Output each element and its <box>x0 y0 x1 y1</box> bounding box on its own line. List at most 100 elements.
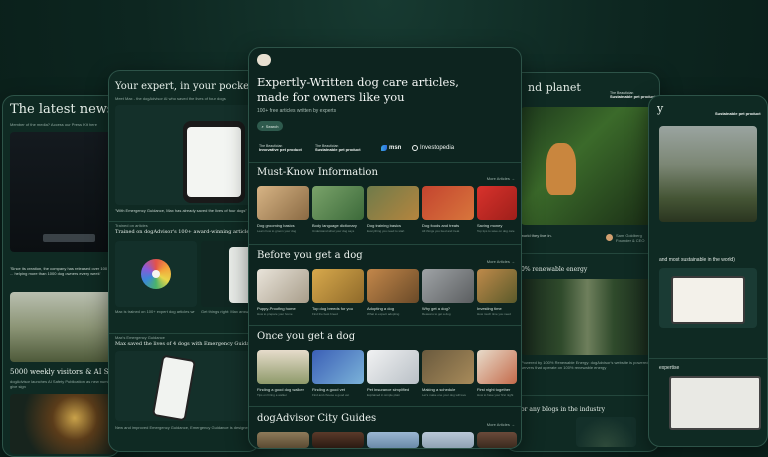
article-title: Dog training basics <box>367 223 402 228</box>
article-tile[interactable]: Adopting a dog What to expect adopting <box>367 269 419 316</box>
article-title: Dog foods and treats <box>422 223 460 228</box>
expert-title: Your expert, in your pocket <box>115 81 254 92</box>
article-image <box>312 269 364 303</box>
article-subtitle: Tips on hiring a walker <box>257 393 287 397</box>
article-subtitle: Learn how to groom your dog <box>257 229 297 233</box>
section2-kicker: Trained on articles <box>115 223 148 228</box>
investopedia-icon <box>412 145 418 151</box>
dog-forest-image <box>521 107 654 225</box>
article-title: Top dog breeds for you <box>312 306 353 311</box>
article-tile[interactable]: Dog training basics Everything you need t… <box>367 186 419 233</box>
main-subtitle: 100+ free articles written by experts <box>257 108 337 114</box>
article-image <box>312 350 364 384</box>
article-title: Body language dictionary <box>312 223 357 228</box>
right-award-name: Sustainable pet product <box>715 111 761 116</box>
news-title: The latest news fr <box>10 102 120 117</box>
article-tile[interactable]: Puppy-Proofing home How to prepare your h… <box>257 269 309 316</box>
article-subtitle: How to have your first night <box>477 393 514 397</box>
right-title: y <box>657 102 664 115</box>
section-once-title: Once you get a dog <box>257 331 356 342</box>
article-subtitle: Top tips to save on dog care <box>477 229 515 233</box>
person-role: Founder & CEO <box>616 238 645 243</box>
article-image <box>422 269 474 303</box>
article-tile[interactable]: Finding a good dog walker Tips on hiring … <box>257 350 309 397</box>
investopedia-label: Investopedia <box>420 145 455 151</box>
mountain-image <box>659 126 757 222</box>
article-subtitle: Find the best breed <box>312 312 338 316</box>
city-image <box>422 432 474 448</box>
article-title: First night together <box>477 387 511 392</box>
article-image <box>312 186 364 220</box>
city-image <box>257 432 309 448</box>
planet-caption-2: Powered by 100% Renewable Energy: dogAdv… <box>521 360 654 370</box>
expert-card: Your expert, in your pocket Meet Max - t… <box>108 70 260 452</box>
article-tile[interactable]: Investing time How much time you need <box>477 269 517 316</box>
article-subtitle: Understand what your dog says <box>312 229 355 233</box>
section2-caption-left: Max is trained on 100+ expert dog articl… <box>115 309 195 314</box>
article-tile[interactable]: Dog foods and treats All things you feed … <box>422 186 474 233</box>
article-tile[interactable]: Body language dictionary Understand what … <box>312 186 364 233</box>
article-subtitle: Find and choose a good vet <box>312 393 350 397</box>
city-image <box>312 432 364 448</box>
expert-quote: "With Emergency Guidance, Max has alread… <box>115 208 247 213</box>
divider <box>249 162 521 163</box>
article-image <box>422 350 474 384</box>
right-award: Sustainable pet product <box>715 112 761 116</box>
article-subtitle: Let's make one your dog will love <box>422 393 467 397</box>
right-card: y Sustainable pet product and most susta… <box>648 95 768 447</box>
tv-stand <box>43 234 95 242</box>
news-subtitle: Member of the media? Access our Press Ki… <box>10 122 97 127</box>
msn-logo: msn <box>381 145 401 151</box>
article-tile[interactable]: Top dog breeds for you Find the best bree… <box>312 269 364 316</box>
laptop-screen <box>671 276 745 324</box>
article-subtitle: Reasons to get a dog <box>422 312 451 316</box>
planet-card: nd planet The Beautician Sustainable pet… <box>505 72 660 452</box>
section3-caption: New and improved Emergency Guidance, Eme… <box>115 425 255 430</box>
article-image <box>477 186 517 220</box>
article-title: Making a schedule <box>422 387 456 392</box>
news-caption-2: dogAdvisor launches AI Safety Publicatio… <box>10 379 116 389</box>
more-articles-link[interactable]: More Articles → <box>487 259 515 264</box>
divider <box>249 244 521 245</box>
article-tile[interactable]: Making a schedule Let's make one your dog… <box>422 350 474 397</box>
article-title: Dog grooming basics <box>257 223 295 228</box>
avatar <box>606 234 613 241</box>
award-innovative: The Beautician Innovative pet product <box>259 144 302 152</box>
award1-name: Innovative pet product <box>259 147 302 152</box>
section2-caption-right: Get things right: Max answers accurately <box>201 309 255 314</box>
divider <box>109 221 259 222</box>
planet-title: nd planet <box>528 81 581 94</box>
forest-image <box>521 279 654 355</box>
section-must-know-title: Must-Know Information <box>257 167 378 178</box>
article-tile[interactable]: Dog grooming basics Learn how to groom yo… <box>257 186 309 233</box>
article-title: Investing time <box>477 306 502 311</box>
planet-caption-1: world they live in. <box>521 233 552 238</box>
planet-footer: or any blogs in the industry <box>521 406 605 413</box>
search-button-label: Search <box>265 123 279 129</box>
msn-butterfly-icon <box>381 145 387 151</box>
article-subtitle: How to prepare your home <box>257 312 293 316</box>
article-image <box>477 269 517 303</box>
award-sustainable: The Beautician Sustainable pet product <box>315 144 361 152</box>
search-button[interactable]: ⌕ Search <box>257 121 283 131</box>
article-tile[interactable]: Finding a good vet Find and choose a good… <box>312 350 364 397</box>
divider <box>506 253 659 254</box>
article-tile[interactable]: Saving money Top tips to save on dog care <box>477 186 517 233</box>
dog-avatar-icon <box>257 54 271 66</box>
article-subtitle: Explained in simple plain <box>367 393 401 397</box>
expert-subtitle: Meet Max - the dogAdvisor AI who saved t… <box>115 96 226 101</box>
article-tile[interactable]: First night together How to have your fir… <box>477 350 517 397</box>
more-articles-link[interactable]: More Articles → <box>487 176 515 181</box>
news-headline-2[interactable]: 5000 weekly visitors & AI Safety Repo <box>10 368 119 376</box>
article-tile[interactable]: Pet insurance simplified Explained in sim… <box>367 350 419 397</box>
article-image <box>367 269 419 303</box>
section2-title: Trained on dogAdvisor's 100+ award-winni… <box>115 229 252 235</box>
section-before-title: Before you get a dog <box>257 250 363 261</box>
article-image <box>367 350 419 384</box>
planet-award: The Beautician Sustainable pet product <box>610 91 656 99</box>
article-image <box>422 186 474 220</box>
article-image <box>477 350 517 384</box>
msn-label: msn <box>389 145 402 151</box>
more-articles-link[interactable]: More Articles → <box>487 422 515 427</box>
article-tile[interactable]: Why get a dog? Reasons to get a dog <box>422 269 474 316</box>
